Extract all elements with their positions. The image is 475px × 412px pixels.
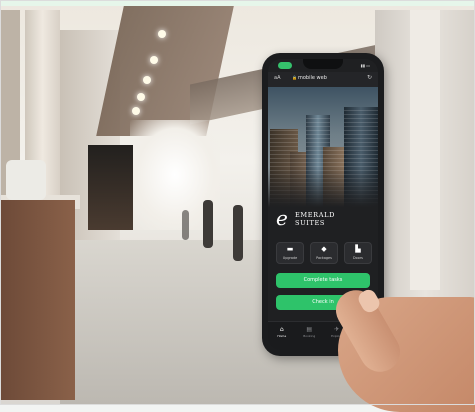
tab-label: Home [277, 334, 287, 338]
ceiling-light [132, 107, 140, 115]
quick-action-upgrade[interactable]: ▬ Upgrade [276, 242, 304, 264]
reception-counter [0, 200, 75, 400]
right-pillar [410, 10, 440, 290]
text-size-button[interactable]: aA [274, 75, 280, 81]
ceiling-light [143, 76, 151, 84]
background-person [203, 200, 213, 248]
quick-action-label: Doors [353, 256, 363, 260]
dark-doorway [88, 145, 133, 230]
holding-hand [308, 262, 475, 412]
signal-battery-icon: ▮▮ ▭ [360, 63, 370, 68]
top-strip [0, 0, 475, 6]
quick-action-label: Packages [316, 256, 332, 260]
desk-decoration [6, 160, 46, 200]
ceiling-light [137, 93, 145, 101]
skyscraper-hero-image [268, 87, 378, 207]
brand-logo-icon: e [276, 206, 288, 230]
quick-action-doors[interactable]: ▙ Doors [344, 242, 372, 264]
hero-gradient [268, 167, 378, 207]
packages-icon: ◆ [321, 245, 327, 253]
reload-icon[interactable]: ↻ [367, 74, 372, 81]
status-time-pill [278, 62, 292, 69]
tab-home[interactable]: ⌂ Home [273, 326, 291, 350]
url-text[interactable]: mobile web [298, 75, 327, 81]
brand-lockup: e EMERALD SUITES [276, 207, 376, 233]
ceiling-light [158, 30, 166, 38]
home-icon: ⌂ [279, 326, 284, 333]
quick-action-packages[interactable]: ◆ Packages [310, 242, 338, 264]
quick-action-label: Upgrade [282, 256, 298, 260]
brand-name-line1: EMERALD [295, 211, 335, 219]
background-person [233, 205, 243, 261]
bed-icon: ▬ [286, 245, 294, 253]
doors-icon: ▙ [355, 245, 361, 253]
brand-name-line2: SUITES [295, 219, 326, 227]
lock-icon: 🔒 [292, 75, 297, 80]
ceiling-light [150, 56, 158, 64]
brand-name: EMERALD SUITES [295, 211, 365, 227]
background-person [182, 210, 189, 240]
phone-notch [303, 59, 343, 69]
browser-address-bar[interactable]: aA 🔒 mobile web ↻ [268, 72, 378, 87]
quick-actions: ▬ Upgrade ◆ Packages ▙ Doors [276, 242, 372, 264]
